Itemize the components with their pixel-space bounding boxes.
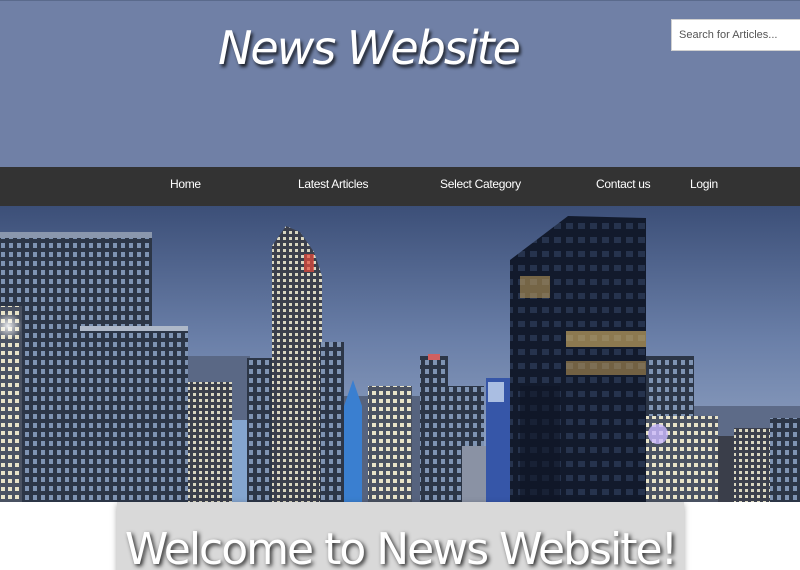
- nav-contact-us[interactable]: Contact us: [596, 167, 651, 206]
- search-input[interactable]: [671, 19, 800, 51]
- nav-latest-articles[interactable]: Latest Articles: [298, 167, 369, 206]
- hero-image: [0, 206, 800, 502]
- nav-login[interactable]: Login: [690, 167, 718, 206]
- welcome-panel: Welcome to News Website!: [117, 502, 684, 570]
- welcome-heading: Welcome to News Website!: [124, 524, 678, 570]
- site-header: News Website: [0, 0, 800, 167]
- nav-select-category[interactable]: Select Category: [440, 167, 521, 206]
- nav-home[interactable]: Home: [170, 167, 201, 206]
- main-nav: Home Latest Articles Select Category Con…: [0, 167, 800, 206]
- site-title[interactable]: News Website: [218, 21, 521, 75]
- city-skyline-image: [0, 206, 800, 502]
